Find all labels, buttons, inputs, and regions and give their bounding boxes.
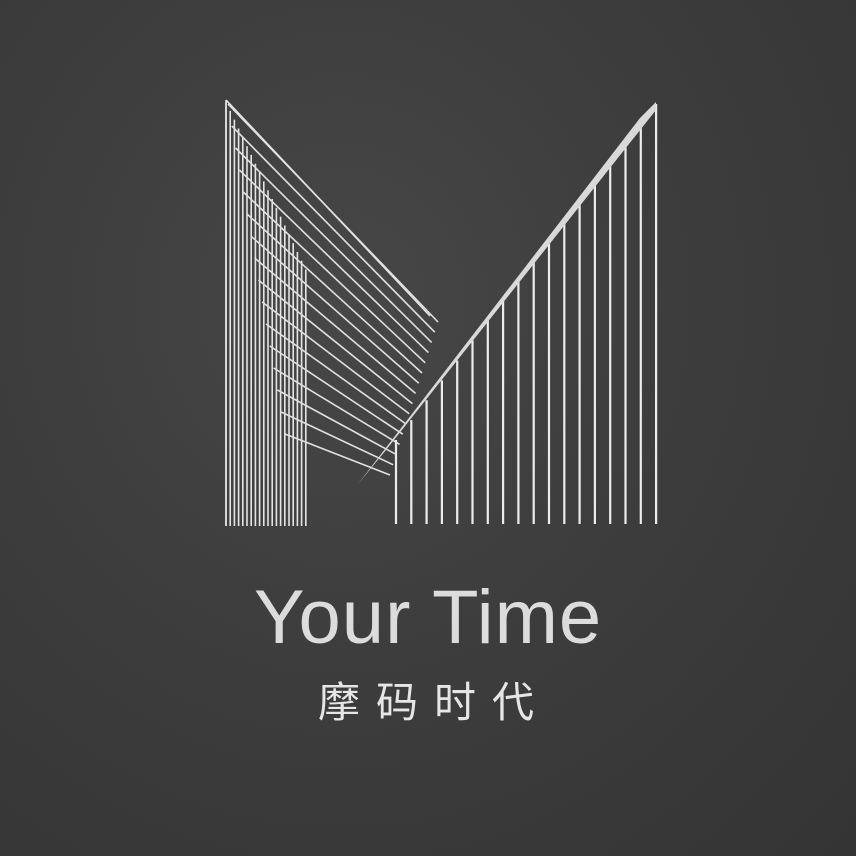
m-lines-logo-icon bbox=[225, 99, 658, 526]
diagonal-stripe bbox=[231, 125, 436, 333]
diagonal-stripe bbox=[242, 191, 426, 364]
diagonal-stripe bbox=[277, 389, 397, 456]
diagonal-stripe bbox=[257, 279, 413, 405]
brand-name: Your Time bbox=[253, 575, 603, 660]
diagonal-stripe bbox=[235, 147, 433, 343]
brand-name-chinese: 摩码时代 bbox=[317, 678, 550, 727]
diagonal-stripe bbox=[284, 433, 391, 476]
logo-canvas: Your Time 摩码时代 bbox=[0, 0, 856, 856]
